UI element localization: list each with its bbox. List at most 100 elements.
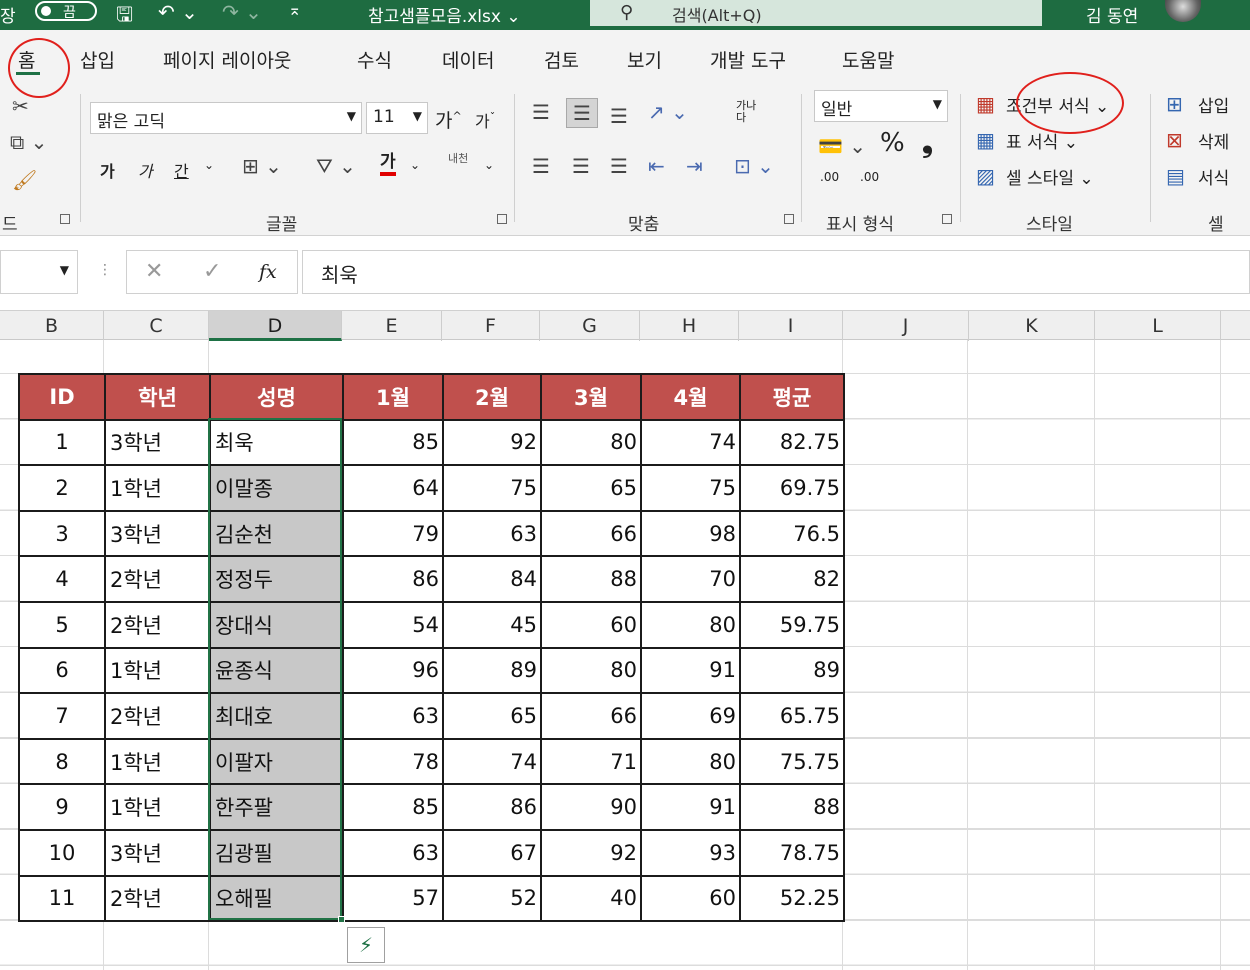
cell-id[interactable]: 4 <box>18 555 106 603</box>
cell-jan[interactable]: 64 <box>342 464 444 512</box>
column-header-g[interactable]: G <box>540 311 640 341</box>
cell-average[interactable]: 82.75 <box>739 418 845 467</box>
cell-grade[interactable]: 1학년 <box>104 646 211 695</box>
column-header-f[interactable]: F <box>442 311 540 341</box>
cell-grade[interactable]: 3학년 <box>104 418 211 467</box>
tab-data[interactable]: 데이터 <box>442 46 494 73</box>
cell-mar[interactable]: 88 <box>540 555 642 603</box>
customize-qat-icon[interactable]: ⌅ <box>288 0 301 19</box>
phonetic-button[interactable]: 내천 <box>448 150 468 166</box>
percent-button[interactable]: % <box>880 128 905 158</box>
cell-feb[interactable]: 92 <box>442 418 542 467</box>
cell-jan[interactable]: 78 <box>342 737 444 786</box>
column-header-b[interactable]: B <box>0 311 104 341</box>
tab-formulas[interactable]: 수식 <box>357 46 392 73</box>
formula-input[interactable]: 최욱 <box>302 250 1250 294</box>
search-box[interactable]: ⚲ 검색(Alt+Q) <box>590 0 1042 26</box>
column-header-i[interactable]: I <box>739 311 843 341</box>
cell-name-active[interactable]: 최욱 <box>209 418 344 467</box>
header-jan[interactable]: 1월 <box>342 373 444 421</box>
cell-name[interactable]: 이팔자 <box>209 737 344 786</box>
cell-id[interactable]: 8 <box>18 737 106 786</box>
chevron-down-icon[interactable]: ▼ <box>60 263 69 277</box>
insert-cells-button[interactable]: 삽입 <box>1198 92 1229 117</box>
decrease-indent-icon[interactable]: ⇤ <box>648 154 665 178</box>
font-color-button[interactable]: 가 <box>380 152 396 176</box>
column-header-k[interactable]: K <box>969 311 1095 341</box>
cell-apr[interactable]: 93 <box>640 828 741 877</box>
cell-average[interactable]: 82 <box>739 555 845 603</box>
tab-developer[interactable]: 개발 도구 <box>710 46 786 73</box>
grow-font-button[interactable]: 가^ <box>435 106 462 133</box>
cell-grade[interactable]: 1학년 <box>104 737 211 786</box>
cell-mar[interactable]: 80 <box>540 646 642 695</box>
cell-grade[interactable]: 1학년 <box>104 464 211 512</box>
chevron-down-icon[interactable]: ⌄ <box>484 158 494 172</box>
cell-apr[interactable]: 91 <box>640 783 741 831</box>
wrap-text-button[interactable]: 가나 다 <box>736 100 756 124</box>
align-center-icon[interactable]: ☰ <box>572 154 590 178</box>
cell-mar[interactable]: 66 <box>540 509 642 558</box>
cell-average[interactable]: 65.75 <box>739 692 845 740</box>
cell-feb[interactable]: 89 <box>442 646 542 695</box>
cell-feb[interactable]: 63 <box>442 509 542 558</box>
cell-average[interactable]: 88 <box>739 783 845 831</box>
format-as-table-button[interactable]: 표 서식 ⌄ <box>1006 128 1078 153</box>
cell-name[interactable]: 김광필 <box>209 828 344 877</box>
shrink-font-button[interactable]: 가ˇ <box>475 108 495 132</box>
cell-feb[interactable]: 45 <box>442 600 542 649</box>
cell-jan[interactable]: 86 <box>342 555 444 603</box>
column-header-c[interactable]: C <box>104 311 209 341</box>
cell-apr[interactable]: 80 <box>640 737 741 786</box>
cell-jan[interactable]: 54 <box>342 600 444 649</box>
tab-insert[interactable]: 삽입 <box>80 46 115 73</box>
font-family-select[interactable]: 맑은 고딕 ▼ <box>90 102 362 134</box>
column-header-j[interactable]: J <box>843 311 969 341</box>
tab-view[interactable]: 보기 <box>627 46 662 73</box>
cell-name[interactable]: 장대식 <box>209 600 344 649</box>
autosave-toggle[interactable]: 끔 <box>35 1 97 21</box>
cell-average[interactable]: 69.75 <box>739 464 845 512</box>
cell-id[interactable]: 9 <box>18 783 106 831</box>
cell-id[interactable]: 11 <box>18 874 106 923</box>
cell-apr[interactable]: 60 <box>640 874 741 923</box>
tab-help[interactable]: 도움말 <box>842 46 894 73</box>
cell-average[interactable]: 89 <box>739 646 845 695</box>
decrease-decimal-button[interactable]: .00 <box>860 170 879 184</box>
tab-home[interactable]: 홈 <box>18 46 35 73</box>
cell-mar[interactable]: 65 <box>540 464 642 512</box>
header-id[interactable]: ID <box>18 373 106 421</box>
tab-review[interactable]: 검토 <box>544 46 579 73</box>
cell-feb[interactable]: 84 <box>442 555 542 603</box>
conditional-format-button[interactable]: 조건부 서식 ⌄ <box>1006 92 1109 117</box>
cell-jan[interactable]: 79 <box>342 509 444 558</box>
format-cells-button[interactable]: 서식 <box>1198 164 1229 189</box>
cell-average[interactable]: 75.75 <box>739 737 845 786</box>
fill-handle[interactable] <box>338 916 345 923</box>
cell-grade[interactable]: 3학년 <box>104 509 211 558</box>
cell-apr[interactable]: 80 <box>640 600 741 649</box>
cell-feb[interactable]: 74 <box>442 737 542 786</box>
cancel-icon[interactable]: ✕ <box>145 259 163 284</box>
redo-icon[interactable]: ↷ ⌄ <box>222 0 262 24</box>
cell-feb[interactable]: 75 <box>442 464 542 512</box>
underline-button[interactable]: 간 <box>174 158 189 182</box>
cut-icon[interactable]: ✂ <box>12 94 29 118</box>
cell-apr[interactable]: 70 <box>640 555 741 603</box>
borders-icon[interactable]: ⊞ ⌄ <box>242 154 282 178</box>
cell-id[interactable]: 1 <box>18 418 106 467</box>
header-mar[interactable]: 3월 <box>540 373 642 421</box>
cell-id[interactable]: 6 <box>18 646 106 695</box>
save-icon[interactable]: 🖫 <box>116 0 133 34</box>
copy-icon[interactable]: ⧉ ⌄ <box>10 130 47 154</box>
cell-name[interactable]: 한주팔 <box>209 783 344 831</box>
cell-grade[interactable]: 2학년 <box>104 874 211 923</box>
clipboard-launcher-icon[interactable] <box>60 214 70 224</box>
chevron-down-icon[interactable]: ⌄ <box>410 158 420 172</box>
delete-cells-button[interactable]: 삭제 <box>1198 128 1229 153</box>
cell-mar[interactable]: 40 <box>540 874 642 923</box>
column-header-h[interactable]: H <box>640 311 739 341</box>
cell-average[interactable]: 78.75 <box>739 828 845 877</box>
increase-indent-icon[interactable]: ⇥ <box>686 154 703 178</box>
cell-grade[interactable]: 3학년 <box>104 828 211 877</box>
